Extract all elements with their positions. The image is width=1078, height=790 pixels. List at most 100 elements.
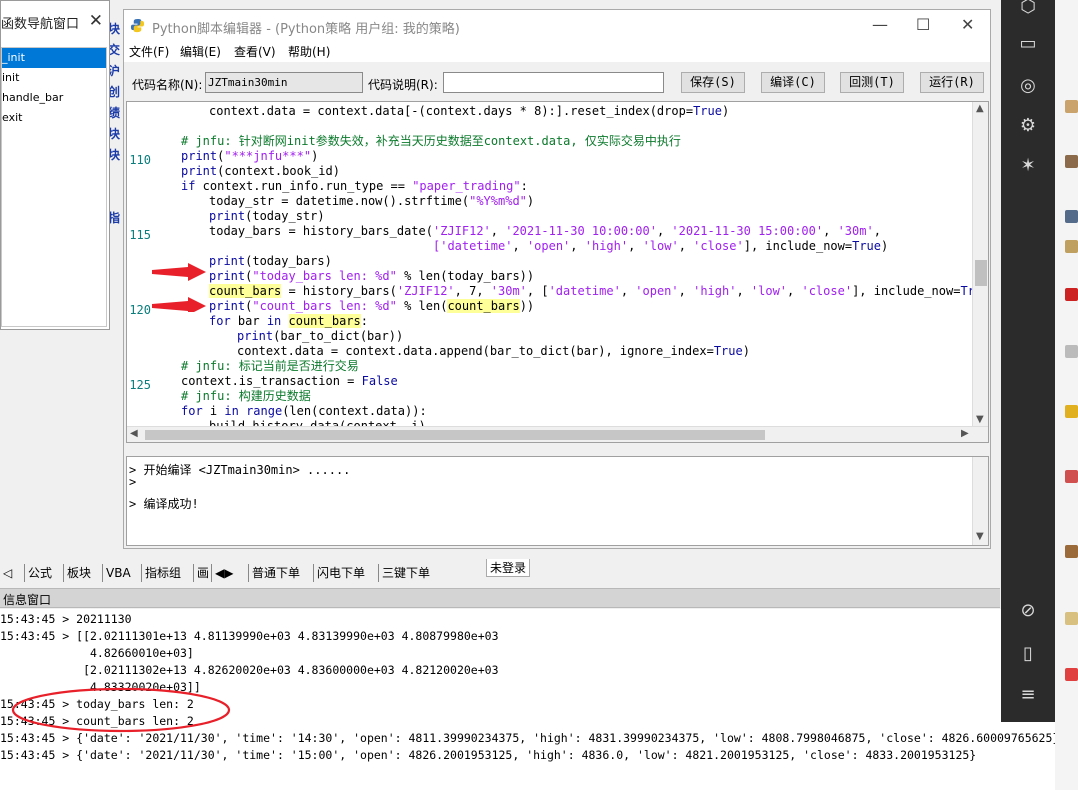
editor-toolbar: 代码名称(N): JZTmain30min 代码说明(R): 保存(S) 编译(…: [124, 62, 990, 102]
tab-drawing[interactable]: 画: [193, 564, 212, 582]
thumbnail-icon[interactable]: [1065, 405, 1078, 418]
scroll-thumb[interactable]: [975, 260, 987, 286]
run-button[interactable]: 运行(R): [920, 72, 984, 93]
code-token: 'low': [750, 284, 788, 298]
menu-edit[interactable]: 编辑(E): [180, 43, 221, 60]
tab-flash-order[interactable]: 闪电下单: [313, 564, 368, 582]
menu-help[interactable]: 帮助(H): [288, 43, 330, 60]
code-token: 'open': [526, 239, 571, 253]
code-line[interactable]: print(today_str): [209, 209, 325, 224]
phone-icon[interactable]: ▯: [1017, 643, 1039, 665]
thumbnail-icon[interactable]: [1065, 545, 1078, 558]
tab-vba[interactable]: VBA: [102, 564, 134, 582]
code-line[interactable]: print("today_bars len: %d" % len(today_b…: [209, 269, 534, 284]
tab-sector[interactable]: 板块: [63, 564, 94, 582]
code-name-label: 代码名称(N):: [132, 78, 203, 92]
tab-scroll-right-icon[interactable]: ◀▶: [211, 564, 236, 582]
code-line[interactable]: print(bar_to_dict(bar)): [237, 329, 403, 344]
code-line[interactable]: context.data = context.data[-(context.da…: [209, 104, 729, 119]
vertical-scrollbar[interactable]: ▲ ▼: [972, 102, 988, 442]
code-token: '30m': [490, 284, 527, 298]
tab-indicator-group[interactable]: 指标组: [141, 564, 184, 582]
gear-icon[interactable]: ⚙: [1017, 115, 1039, 137]
code-line[interactable]: # jnfu: 标记当前是否进行交易: [181, 359, 359, 374]
login-status[interactable]: 未登录: [486, 559, 531, 577]
maximize-icon[interactable]: ☐: [916, 15, 930, 34]
code-name-field[interactable]: JZTmain30min: [205, 72, 363, 93]
aperture-icon[interactable]: ◎: [1017, 75, 1039, 97]
horizontal-scrollbar[interactable]: ◀ ▶: [127, 426, 988, 442]
code-line[interactable]: context.data = context.data.append(bar_t…: [237, 344, 750, 359]
tab-scroll-left-icon[interactable]: ◁: [0, 564, 15, 582]
code-line[interactable]: # jnfu: 构建历史数据: [181, 389, 311, 404]
code-line[interactable]: print("***jnfu***"): [181, 149, 318, 164]
function-item-exit[interactable]: exit: [2, 108, 106, 128]
code-line[interactable]: context.is_transaction = False: [181, 374, 398, 389]
code-line[interactable]: count_bars = history_bars('ZJIF12', 7, '…: [209, 284, 988, 299]
annotation-ellipse: [11, 687, 231, 733]
code-description-label: 代码说明(R):: [368, 78, 438, 92]
code-token: "***jnfu***": [224, 149, 312, 163]
code-token: today_bars = history_bars_date(: [209, 224, 433, 238]
menu-icon[interactable]: ≡: [1017, 684, 1039, 706]
cube-icon[interactable]: ⬡: [1017, 0, 1039, 18]
code-line[interactable]: # jnfu: 针对断网init参数失效，补充当天历史数据至context.da…: [181, 134, 681, 149]
code-line[interactable]: for i in range(len(context.data)):: [181, 404, 427, 419]
code-editor[interactable]: 110 115 120 125 context.data = context.d…: [126, 101, 989, 443]
compile-output[interactable]: > 开始编译 <JZTmain30min> ...... > > 编译成功! ▼: [126, 456, 989, 546]
code-token: ], include_now=: [852, 284, 961, 298]
function-list[interactable]: _init init handle_bar exit: [1, 47, 107, 327]
code-line[interactable]: ['datetime', 'open', 'high', 'low', 'clo…: [433, 239, 888, 254]
code-token: # jnfu: 针对断网init参数失效，补充当天历史数据至context.da…: [181, 134, 681, 148]
compile-button[interactable]: 编译(C): [761, 72, 825, 93]
info-window-title: 信息窗口: [3, 593, 52, 607]
code-line[interactable]: print(context.book_id): [181, 164, 340, 179]
code-line[interactable]: print(today_bars): [209, 254, 332, 269]
thumbnail-icon[interactable]: [1065, 240, 1078, 253]
code-token: (context.book_id): [217, 164, 340, 178]
tab-three-key-order[interactable]: 三键下单: [378, 564, 433, 582]
code-token: "%Y%m%d": [469, 194, 527, 208]
code-description-field[interactable]: [443, 72, 664, 93]
code-line[interactable]: if context.run_info.run_type == "paper_t…: [181, 179, 528, 194]
output-scrollbar[interactable]: ▼: [972, 457, 988, 545]
tab-normal-order[interactable]: 普通下单: [248, 564, 303, 582]
thumbnail-icon[interactable]: [1065, 345, 1078, 358]
thumbnail-icon[interactable]: [1065, 210, 1078, 223]
menu-file[interactable]: 文件(F): [129, 43, 169, 60]
scroll-up-icon[interactable]: ▲: [976, 103, 984, 114]
thumbnail-icon[interactable]: [1065, 470, 1078, 483]
code-token: print: [209, 254, 246, 268]
code-line[interactable]: today_str = datetime.now().strftime("%Y%…: [209, 194, 534, 209]
scroll-right-icon[interactable]: ▶: [961, 428, 969, 439]
sparkle-icon[interactable]: ✶: [1017, 155, 1039, 177]
thumbnail-icon[interactable]: [1065, 155, 1078, 168]
folder-icon[interactable]: ▭: [1017, 33, 1039, 55]
thumbnail-icon[interactable]: [1065, 668, 1078, 681]
scroll-left-icon[interactable]: ◀: [130, 428, 138, 439]
code-token: ['datetime': [433, 239, 513, 253]
scroll-thumb[interactable]: [145, 430, 765, 440]
link-icon[interactable]: ⊘: [1017, 600, 1039, 622]
code-line[interactable]: today_bars = history_bars_date('ZJIF12',…: [209, 224, 881, 239]
python-script-editor-window[interactable]: Python脚本编辑器 - (Python策略 用户组: 我的策略) — ☐ ✕…: [123, 9, 991, 549]
close-icon[interactable]: ✕: [89, 11, 103, 31]
thumbnail-icon[interactable]: [1065, 288, 1078, 301]
function-item-init[interactable]: init: [2, 68, 106, 88]
scroll-down-icon[interactable]: ▼: [976, 531, 984, 542]
thumbnail-icon[interactable]: [1065, 612, 1078, 625]
code-line[interactable]: for bar in count_bars:: [209, 314, 368, 329]
function-item-handle-bar[interactable]: handle_bar: [2, 88, 106, 108]
thumbnail-icon[interactable]: [1065, 100, 1078, 113]
tab-formula[interactable]: 公式: [24, 564, 55, 582]
function-navigation-window[interactable]: 函数导航窗口 ✕ _init init handle_bar exit: [0, 0, 110, 330]
code-line[interactable]: print("count_bars len: %d" % len(count_b…: [209, 299, 534, 314]
editor-titlebar[interactable]: Python脚本编辑器 - (Python策略 用户组: 我的策略) — ☐ ✕: [124, 10, 990, 40]
close-icon[interactable]: ✕: [961, 15, 974, 34]
save-button[interactable]: 保存(S): [681, 72, 745, 93]
menu-view[interactable]: 查看(V): [234, 43, 276, 60]
function-item-_init[interactable]: _init: [2, 48, 106, 68]
backtest-button[interactable]: 回测(T): [840, 72, 904, 93]
minimize-icon[interactable]: —: [872, 15, 888, 34]
scroll-down-icon[interactable]: ▼: [976, 414, 984, 425]
